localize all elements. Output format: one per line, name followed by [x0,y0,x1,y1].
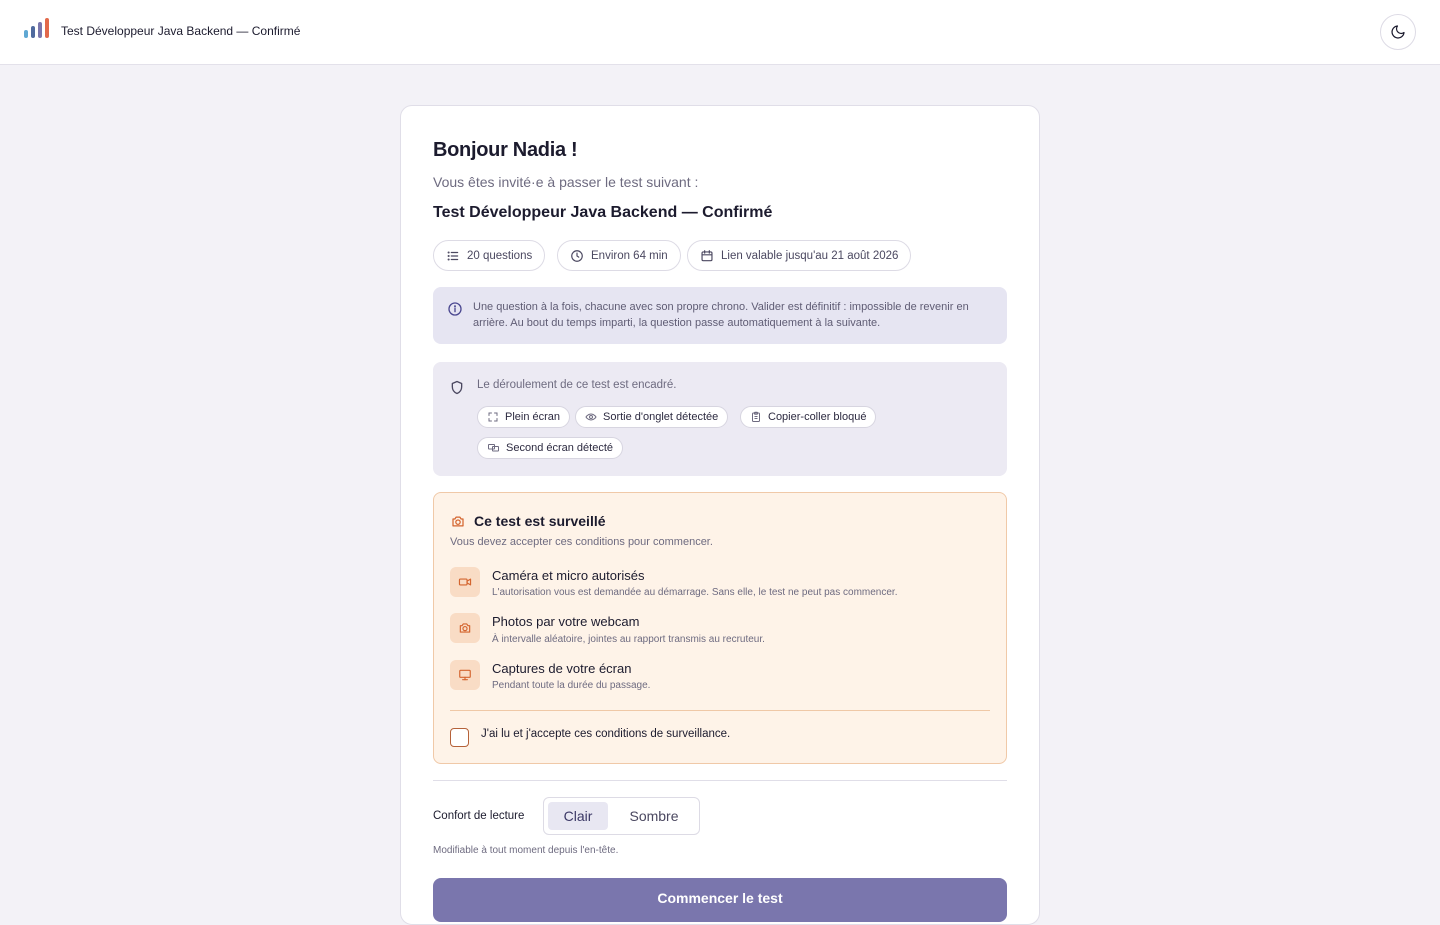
list-icon [447,250,459,261]
surveillance-box: Ce test est surveillé Vous devez accepte… [433,492,1007,764]
questions-count: 20 questions [467,249,533,262]
app-title: Test Développeur Java Backend — Confirmé [61,24,301,38]
validity-chip: Lien valable jusqu'au 21 août 2026 [687,240,912,271]
invitation-card: Bonjour Nadia ! Vous êtes invité·e à pas… [400,105,1040,925]
second-screen-pill: Second écran détecté [477,437,624,459]
fullscreen-icon [488,412,498,422]
security-box: Le déroulement de ce test est encadré. P… [433,362,1007,476]
shield-icon [451,380,463,395]
second-screen-label: Second écran détecté [506,442,614,454]
greeting: Bonjour Nadia ! [433,139,578,161]
surveillance-item-desc: Pendant toute la durée du passage. [492,680,651,691]
reading-theme-switch: Clair Sombre [543,797,700,835]
surveillance-item-title: Caméra et micro autorisés [492,568,645,583]
start-test-button[interactable]: Commencer le test [433,878,1007,922]
surveillance-title: Ce test est surveillé [474,513,606,529]
calendar-icon [701,249,713,261]
section-divider [433,780,1007,781]
tab-exit-label: Sortie d'onglet détectée [603,411,719,423]
accept-conditions-label[interactable]: J'ai lu et j'accepte ces conditions de s… [481,728,730,740]
surveillance-item-title: Photos par votre webcam [492,614,640,629]
monitors-icon [488,444,499,452]
tab-exit-pill: Sortie d'onglet détectée [575,406,729,428]
questions-chip: 20 questions [433,240,546,271]
clipboard-icon [752,411,760,422]
reading-comfort-label: Confort de lecture [433,810,525,822]
copy-paste-pill: Copier-coller bloqué [740,406,877,428]
surveillance-item-desc: L'autorisation vous est demandée au déma… [492,587,898,598]
clock-icon [571,249,583,262]
dark-theme-option[interactable]: Sombre [620,802,688,830]
camera-icon [452,516,464,527]
info-icon [448,302,462,316]
moon-icon [1391,25,1405,39]
fullscreen-pill: Plein écran [477,406,571,428]
test-name: Test Développeur Java Backend — Confirmé [433,204,773,221]
validity-text: Lien valable jusqu'au 21 août 2026 [721,249,899,262]
eye-icon [585,413,597,421]
camera-icon [459,623,471,633]
duration-chip: Environ 64 min [557,240,681,271]
surveillance-subtitle: Vous devez accepter ces conditions pour … [450,536,713,548]
surveillance-item-icon [450,567,480,597]
reading-comfort-hint: Modifiable à tout moment depuis l'en-têt… [433,845,619,856]
surveillance-item-icon [450,613,480,643]
security-lead: Le déroulement de ce test est encadré. [477,379,677,391]
invitation-subtitle: Vous êtes invité·e à passer le test suiv… [433,174,699,190]
copy-paste-label: Copier-coller bloqué [768,411,867,423]
surveillance-item-icon [450,660,480,690]
fullscreen-label: Plein écran [505,411,561,423]
monitor-icon [459,669,471,681]
app-logo [24,18,50,38]
surveillance-divider [450,710,990,711]
duration-text: Environ 64 min [591,249,668,262]
accept-conditions-checkbox[interactable] [450,728,469,747]
video-camera-icon [458,578,472,586]
light-theme-option[interactable]: Clair [548,802,608,830]
theme-toggle-button[interactable] [1380,14,1416,50]
rules-text: Une question à la fois, chacune avec son… [473,301,969,329]
surveillance-item-title: Captures de votre écran [492,661,632,676]
top-bar: Test Développeur Java Backend — Confirmé [0,0,1440,65]
rules-info-box: Une question à la fois, chacune avec son… [433,287,1007,344]
surveillance-item-desc: À intervalle aléatoire, jointes au rappo… [492,634,765,645]
